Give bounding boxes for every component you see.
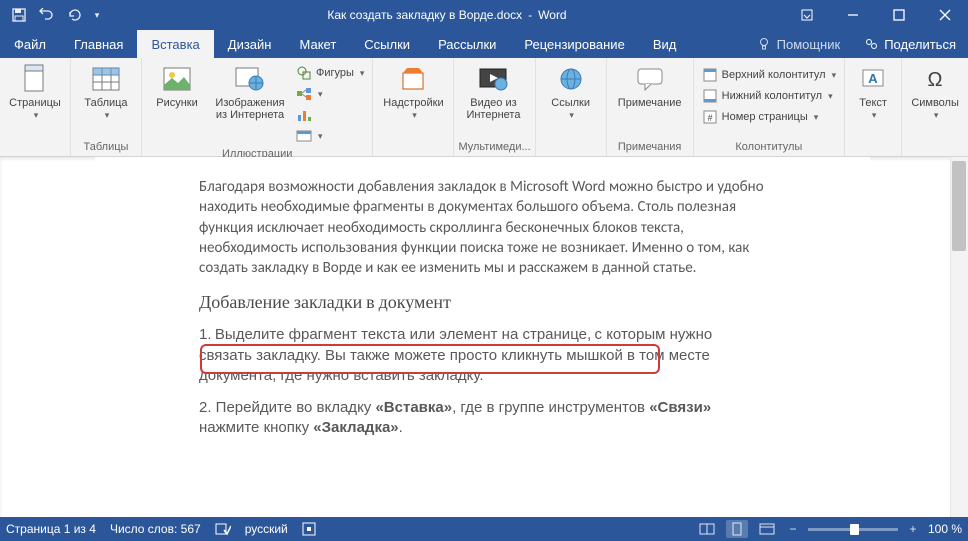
table-button[interactable]: Таблица▾ <box>75 61 137 123</box>
macro-icon[interactable] <box>302 522 316 536</box>
page[interactable]: Благодаря возможности добавления закладо… <box>95 157 870 471</box>
zoom-out-icon[interactable]: − <box>786 520 800 538</box>
textbox-icon: A <box>857 63 889 95</box>
tab-file[interactable]: Файл <box>0 30 60 58</box>
shapes-button[interactable]: Фигуры▾ <box>292 63 368 83</box>
pages-button[interactable]: Страницы▾ <box>4 61 66 123</box>
ribbon: Страницы▾ Таблица▾ Таблицы Рисунки <box>0 58 968 157</box>
group-comments: Примечание Примечания <box>607 58 694 156</box>
document-name: Как создать закладку в Ворде.docx <box>327 8 522 22</box>
links-button[interactable]: Ссылки▾ <box>540 61 602 123</box>
footer-button[interactable]: Нижний колонтитул▾ <box>698 86 840 106</box>
tab-design[interactable]: Дизайн <box>214 30 286 58</box>
online-video-button[interactable]: Видео из Интернета <box>458 61 528 123</box>
shapes-icon <box>296 65 312 81</box>
chart-icon <box>296 107 312 123</box>
tab-references[interactable]: Ссылки <box>350 30 424 58</box>
print-layout-icon[interactable] <box>726 520 748 538</box>
page-icon <box>19 63 51 95</box>
minimize-icon[interactable] <box>830 0 876 30</box>
footer-icon <box>702 88 718 104</box>
word-window: ▾ Как создать закладку в Ворде.docx - Wo… <box>0 0 968 541</box>
zoom-slider[interactable] <box>808 528 898 531</box>
tab-home[interactable]: Главная <box>60 30 137 58</box>
page-number-button[interactable]: # Номер страницы▾ <box>698 107 840 127</box>
redo-icon[interactable] <box>62 2 88 28</box>
language-indicator[interactable]: русский <box>245 522 288 536</box>
save-icon[interactable] <box>6 2 32 28</box>
screenshot-button[interactable]: ▾ <box>292 126 368 146</box>
online-picture-icon <box>234 63 266 95</box>
pictures-button[interactable]: Рисунки <box>146 61 208 111</box>
group-headerfooter: Верхний колонтитул▾ Нижний колонтитул▾ #… <box>694 58 845 156</box>
smartart-icon <box>296 86 312 102</box>
paragraph: 1. Выделите фрагмент текста или элемент … <box>199 325 766 386</box>
comment-button[interactable]: Примечание <box>611 61 689 111</box>
tab-insert[interactable]: Вставка <box>137 30 213 58</box>
share-button[interactable]: Поделиться <box>852 37 968 52</box>
group-pages: Страницы▾ <box>0 58 71 156</box>
header-icon <box>702 67 718 83</box>
header-button[interactable]: Верхний колонтитул▾ <box>698 65 840 85</box>
quick-access-toolbar: ▾ <box>0 0 110 30</box>
group-text: A Текст▾ <box>845 58 902 156</box>
text-button[interactable]: A Текст▾ <box>849 61 897 123</box>
addins-button[interactable]: Надстройки▾ <box>377 61 449 123</box>
svg-text:#: # <box>707 113 712 123</box>
table-icon <box>90 63 122 95</box>
screenshot-icon <box>296 128 312 144</box>
read-mode-icon[interactable] <box>696 520 718 538</box>
close-icon[interactable] <box>922 0 968 30</box>
smartart-button[interactable]: ▾ <box>292 84 368 104</box>
tab-view[interactable]: Вид <box>639 30 691 58</box>
statusbar: Страница 1 из 4 Число слов: 567 русский … <box>0 517 968 541</box>
titlebar: ▾ Как создать закладку в Ворде.docx - Wo… <box>0 0 968 30</box>
svg-text:Ω: Ω <box>928 69 943 91</box>
ribbon-options-icon[interactable] <box>784 0 830 30</box>
group-addins: Надстройки▾ <box>373 58 454 156</box>
tab-mailings[interactable]: Рассылки <box>424 30 510 58</box>
group-symbols: Ω Символы▾ <box>902 58 968 156</box>
symbols-button[interactable]: Ω Символы▾ <box>906 61 964 123</box>
video-icon <box>477 63 509 95</box>
pagenum-icon: # <box>702 109 718 125</box>
lightbulb-icon <box>757 37 771 51</box>
zoom-thumb[interactable] <box>850 524 859 535</box>
group-links: Ссылки▾ <box>536 58 607 156</box>
heading: Добавление закладки в документ <box>199 292 766 313</box>
svg-text:A: A <box>868 71 878 86</box>
window-controls <box>784 0 968 30</box>
zoom-level[interactable]: 100 % <box>928 522 962 536</box>
web-layout-icon[interactable] <box>756 520 778 538</box>
qat-customize-icon[interactable]: ▾ <box>90 2 104 28</box>
group-media: Видео из Интернета Мультимеди... <box>454 58 535 156</box>
store-icon <box>397 63 429 95</box>
chart-button[interactable] <box>292 105 368 125</box>
online-pictures-button[interactable]: Изображения из Интернета <box>210 61 290 123</box>
app-name: Word <box>538 8 566 22</box>
undo-icon[interactable] <box>34 2 60 28</box>
paragraph: 2. Перейдите во вкладку «Вставка», где в… <box>199 398 766 439</box>
paragraph: Благодаря возможности добавления закладо… <box>199 177 766 278</box>
maximize-icon[interactable] <box>876 0 922 30</box>
tell-me[interactable]: Помощник <box>745 37 853 52</box>
vertical-scrollbar[interactable] <box>950 157 968 517</box>
tab-review[interactable]: Рецензирование <box>510 30 638 58</box>
link-icon <box>555 63 587 95</box>
window-title: Как создать закладку в Ворде.docx - Word <box>110 0 784 30</box>
group-tables: Таблица▾ Таблицы <box>71 58 142 156</box>
word-count[interactable]: Число слов: 567 <box>110 522 201 536</box>
tab-layout[interactable]: Макет <box>285 30 350 58</box>
comment-icon <box>634 63 666 95</box>
share-icon <box>864 37 878 51</box>
spellcheck-icon[interactable] <box>215 522 231 536</box>
document-area[interactable]: Благодаря возможности добавления закладо… <box>0 157 968 517</box>
zoom-in-icon[interactable]: + <box>906 520 920 538</box>
group-illustrations: Рисунки Изображения из Интернета Фигуры▾… <box>142 58 373 156</box>
omega-icon: Ω <box>919 63 951 95</box>
page-indicator[interactable]: Страница 1 из 4 <box>6 522 96 536</box>
picture-icon <box>161 63 193 95</box>
scrollbar-thumb[interactable] <box>952 161 966 251</box>
ribbon-tabs: Файл Главная Вставка Дизайн Макет Ссылки… <box>0 30 968 58</box>
